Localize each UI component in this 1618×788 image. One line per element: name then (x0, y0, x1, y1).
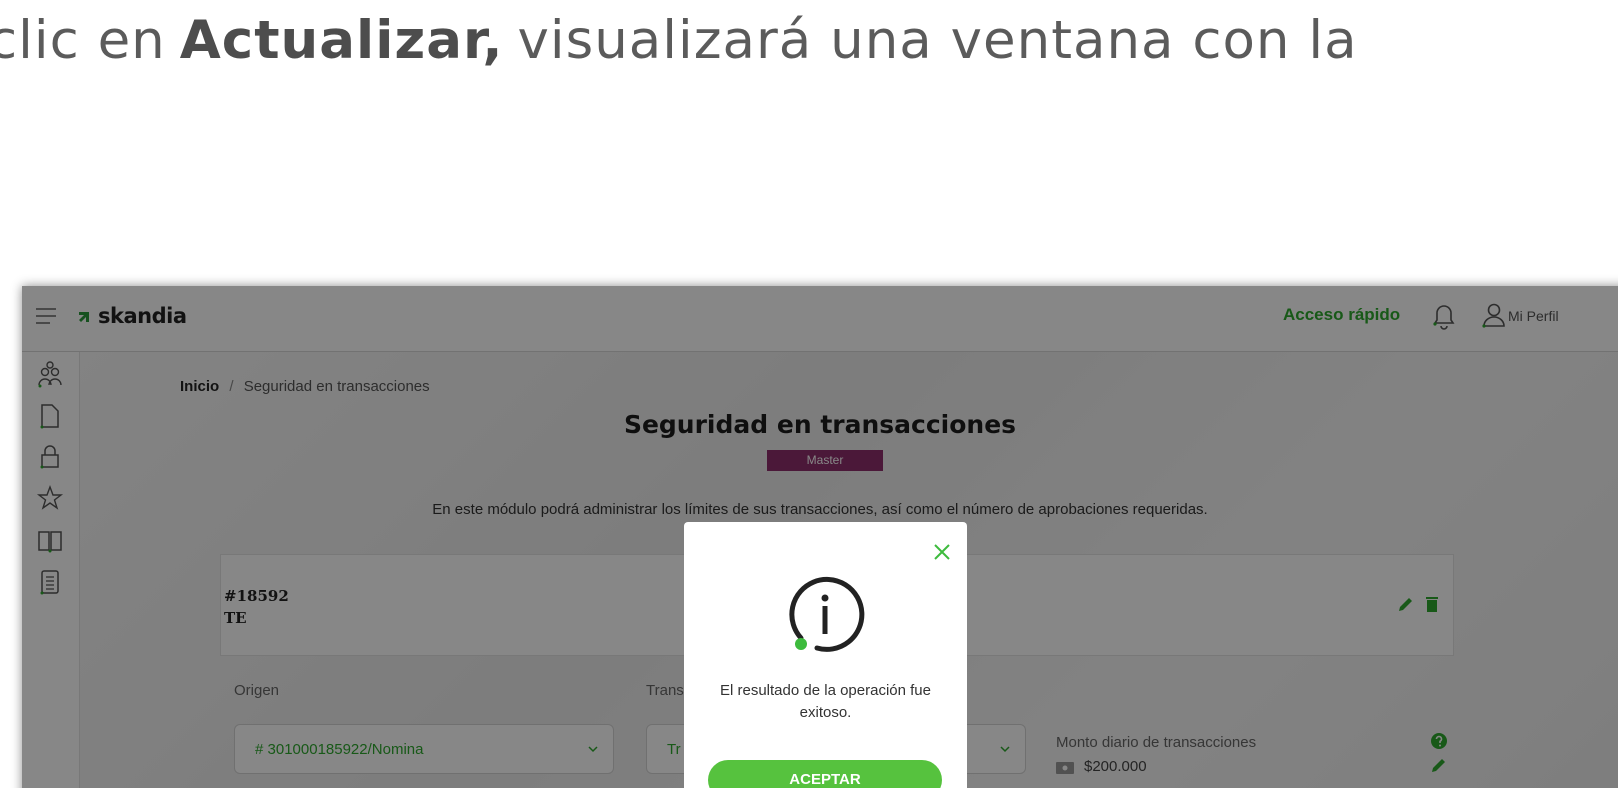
close-icon[interactable] (932, 542, 952, 562)
instruction-caption: clic en Actualizar, visualizará una vent… (0, 0, 1358, 80)
info-icon (789, 577, 865, 652)
caption-text-before: clic en (0, 9, 166, 71)
caption-text-bold: Actualizar, (179, 9, 504, 71)
result-dialog: El resultado de la operación fue exitoso… (684, 522, 967, 788)
caption-text-after: visualizará una ventana con la (517, 9, 1358, 71)
accept-button[interactable]: ACEPTAR (708, 760, 942, 788)
dialog-message: El resultado de la operación fue exitoso… (720, 682, 931, 721)
